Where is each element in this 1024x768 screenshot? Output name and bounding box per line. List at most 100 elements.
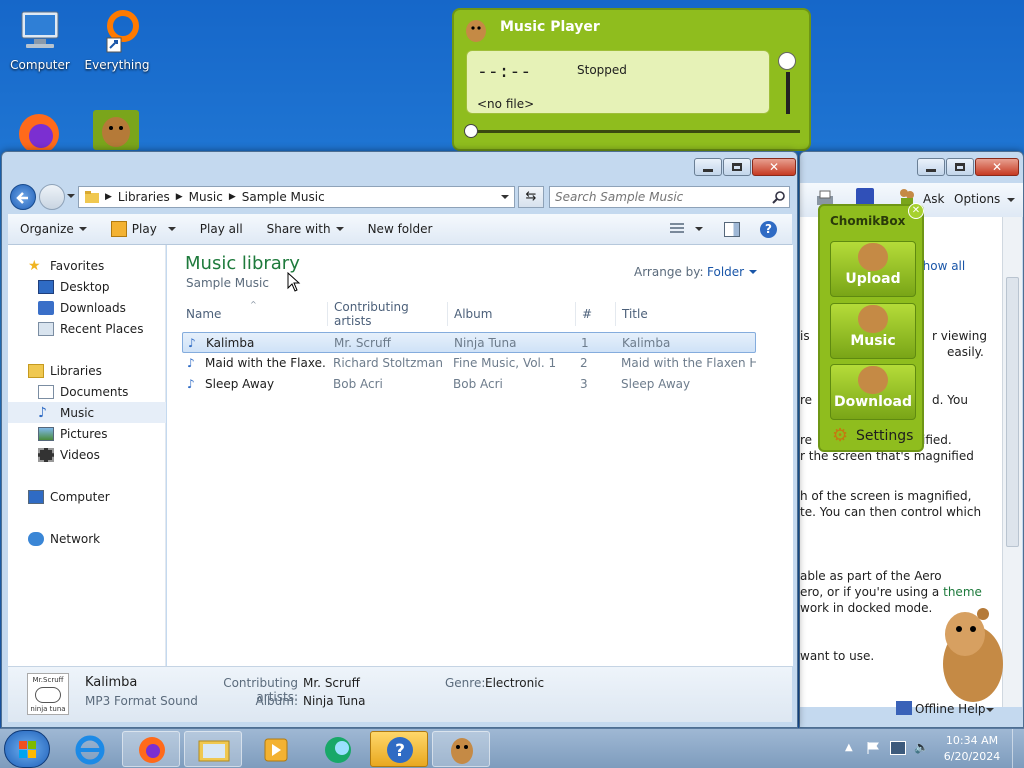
back-button[interactable] [10,184,36,210]
nav-label: Computer [50,489,110,504]
cell-title: Kalimba [622,336,671,350]
music-button[interactable]: Music [830,303,916,359]
details-pane: Mr.Scruff ninja tuna Kalimba MP3 Format … [8,666,792,722]
recent-pages-chevron-icon[interactable] [67,194,75,198]
nav-favorites[interactable]: ★ Favorites [8,255,166,276]
taskbar-media-player-icon[interactable] [246,731,304,767]
action-center-flag-icon[interactable] [866,741,880,755]
options-button[interactable]: Options [954,192,1000,206]
forward-button[interactable] [39,184,65,210]
music-note-icon: ♪ [38,404,47,421]
desktop-icon-computer[interactable]: Computer [0,8,80,72]
volume-muted-icon[interactable]: 🔈 [914,740,930,756]
desktop-icon-everything[interactable]: Everything [77,8,157,72]
volume-slider[interactable] [786,72,790,114]
nav-network[interactable]: Network [8,528,166,549]
nav-videos[interactable]: Videos [8,444,166,465]
nav-downloads[interactable]: Downloads [8,297,166,318]
offline-help-button[interactable]: Offline Help [915,702,986,716]
close-button[interactable]: ✕ [975,158,1019,176]
help-text: ified. [922,433,952,447]
table-row[interactable]: ♪ Sleep Away Bob Acri Bob Acri 3 Sleep A… [182,374,756,395]
library-title: Music library [185,253,300,274]
refresh-icon[interactable]: ⇆ [518,186,544,208]
network-tray-icon[interactable] [890,741,906,755]
music-label: Music [850,333,896,349]
seek-bar[interactable] [466,130,800,133]
search-box[interactable] [549,186,790,208]
search-input[interactable] [555,189,765,205]
nav-pictures[interactable]: Pictures [8,423,166,444]
minimize-button[interactable] [694,158,722,176]
scrollbar-thumb[interactable] [1006,277,1019,547]
taskbar-firefox-icon[interactable] [122,731,180,767]
address-bar[interactable]: ▶ Libraries ▶ Music ▶ Sample Music [78,186,515,208]
nav-documents[interactable]: Documents [8,381,166,402]
help-text: is [800,329,810,343]
navigation-pane: ★ Favorites Desktop Downloads Recent Plac… [8,245,166,666]
chomikbox-desktop-icon[interactable] [93,110,139,150]
download-button[interactable]: Download [830,364,916,420]
taskbar-chomikbox-icon[interactable] [432,731,490,767]
maximize-button[interactable] [723,158,751,176]
show-desktop-button[interactable] [1012,729,1024,768]
settings-button[interactable]: Settings [856,428,913,444]
column-header-name[interactable]: Name [182,302,328,326]
address-dropdown-icon[interactable] [501,195,509,199]
taskbar-ie-icon[interactable] [60,731,118,767]
maximize-button[interactable] [946,158,974,176]
help-text: work in docked mode. [800,601,933,615]
column-header-artists[interactable]: Contributing artists [330,300,448,328]
view-options-icon[interactable] [669,222,685,236]
videos-icon [38,447,54,462]
new-folder-button[interactable]: New folder [356,214,445,244]
minimize-button[interactable] [917,158,945,176]
start-button[interactable] [4,730,50,768]
breadcrumb-music[interactable]: Music [189,190,223,204]
volume-icon[interactable] [778,52,796,70]
taskbar-help-icon[interactable]: ? [370,731,428,767]
player-status: Stopped [577,63,627,77]
table-row[interactable]: ♪ Maid with the Flaxe... Richard Stoltzm… [182,353,756,374]
column-header-number[interactable]: # [578,302,616,326]
ask-button[interactable]: Ask [923,192,944,206]
music-file-icon: ♪ [187,356,195,370]
close-icon[interactable]: ✕ [908,203,924,219]
nav-recent-places[interactable]: Recent Places [8,318,166,339]
cell-album: Bob Acri [453,377,503,391]
close-button[interactable]: ✕ [752,158,796,176]
upload-button[interactable]: Upload [830,241,916,297]
clock-time[interactable]: 10:34 AM [940,734,1004,747]
nav-computer[interactable]: Computer [8,486,166,507]
play-all-button[interactable]: Play all [188,214,255,244]
breadcrumb-sample-music[interactable]: Sample Music [242,190,325,204]
column-header-album[interactable]: Album [450,302,576,326]
chomikbox-title: ChomikBox [830,214,906,228]
view-chevron-icon[interactable] [695,227,703,231]
organize-button[interactable]: Organize [8,214,99,244]
offline-help-icon [896,701,912,715]
search-icon[interactable] [772,190,786,204]
gear-icon: ⚙ [832,425,849,446]
share-with-button[interactable]: Share with [255,214,356,244]
taskbar-explorer-icon[interactable] [184,731,242,767]
column-header-title[interactable]: Title [618,302,758,326]
clock-date[interactable]: 6/20/2024 [940,750,1004,763]
firefox-desktop-icon[interactable] [14,108,64,154]
breadcrumb-libraries[interactable]: Libraries [118,190,170,204]
play-button[interactable]: Play [99,214,188,244]
arrange-by-dropdown[interactable]: Folder [707,265,758,279]
cell-album: Ninja Tuna [454,336,517,350]
table-row[interactable]: ♪ Kalimba Mr. Scruff Ninja Tuna 1 Kalimb… [182,332,756,353]
show-hidden-icons-icon[interactable]: ▲ [845,742,853,753]
theme-link[interactable]: theme [943,585,982,599]
help-icon[interactable]: ? [760,221,777,238]
help-text: able as part of the Aero [800,569,942,583]
cell-artist: Mr. Scruff [334,336,391,350]
seek-handle[interactable] [464,124,478,138]
preview-pane-icon[interactable] [724,222,740,237]
nav-desktop[interactable]: Desktop [8,276,166,297]
nav-libraries[interactable]: Libraries [8,360,166,381]
taskbar-chat-icon[interactable] [308,731,366,767]
nav-music[interactable]: ♪ Music [8,402,166,423]
